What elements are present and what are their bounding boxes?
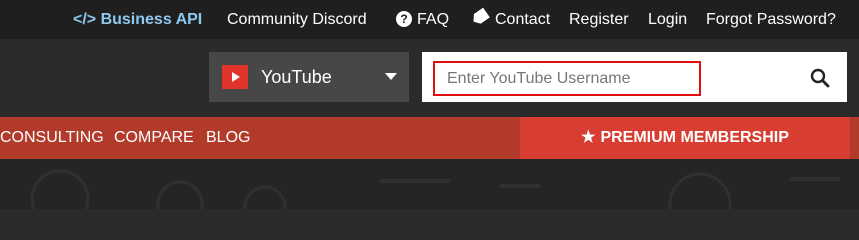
search-button[interactable]: [810, 68, 830, 88]
decorative-pattern: [30, 169, 840, 209]
tag-icon: [470, 7, 490, 26]
youtube-play-icon: [222, 65, 248, 89]
question-circle-icon: ?: [396, 11, 412, 27]
top-bar: </> Business API Community Discord ? FAQ …: [0, 0, 859, 39]
login-link[interactable]: Login: [648, 10, 687, 30]
forgot-password-link[interactable]: Forgot Password?: [706, 10, 836, 30]
business-api-link[interactable]: </> Business API: [73, 10, 202, 30]
star-icon: ★: [581, 129, 596, 146]
search-area: YouTube: [0, 39, 859, 117]
platform-select[interactable]: YouTube: [209, 52, 409, 102]
nav-item-consulting[interactable]: CONSULTING: [0, 129, 104, 147]
premium-membership-button[interactable]: ★ PREMIUM MEMBERSHIP: [520, 117, 850, 159]
nav-item-compare[interactable]: COMPARE: [114, 129, 194, 147]
register-link[interactable]: Register: [569, 10, 629, 30]
contact-link[interactable]: Contact: [472, 10, 550, 30]
username-search-input[interactable]: [433, 61, 701, 96]
main-nav: CONSULTING COMPARE BLOG ★ PREMIUM MEMBERS…: [0, 117, 859, 159]
faq-link[interactable]: ? FAQ: [396, 10, 449, 30]
community-discord-link[interactable]: Community Discord: [227, 10, 367, 30]
search-box: [422, 52, 847, 102]
platform-label: YouTube: [261, 67, 332, 87]
caret-down-icon: [385, 73, 397, 80]
premium-label: PREMIUM MEMBERSHIP: [600, 129, 789, 146]
contact-label: Contact: [495, 11, 551, 28]
nav-item-blog[interactable]: BLOG: [206, 129, 250, 147]
page-background: [0, 159, 859, 209]
faq-label: FAQ: [417, 11, 450, 28]
search-icon: [810, 68, 830, 88]
